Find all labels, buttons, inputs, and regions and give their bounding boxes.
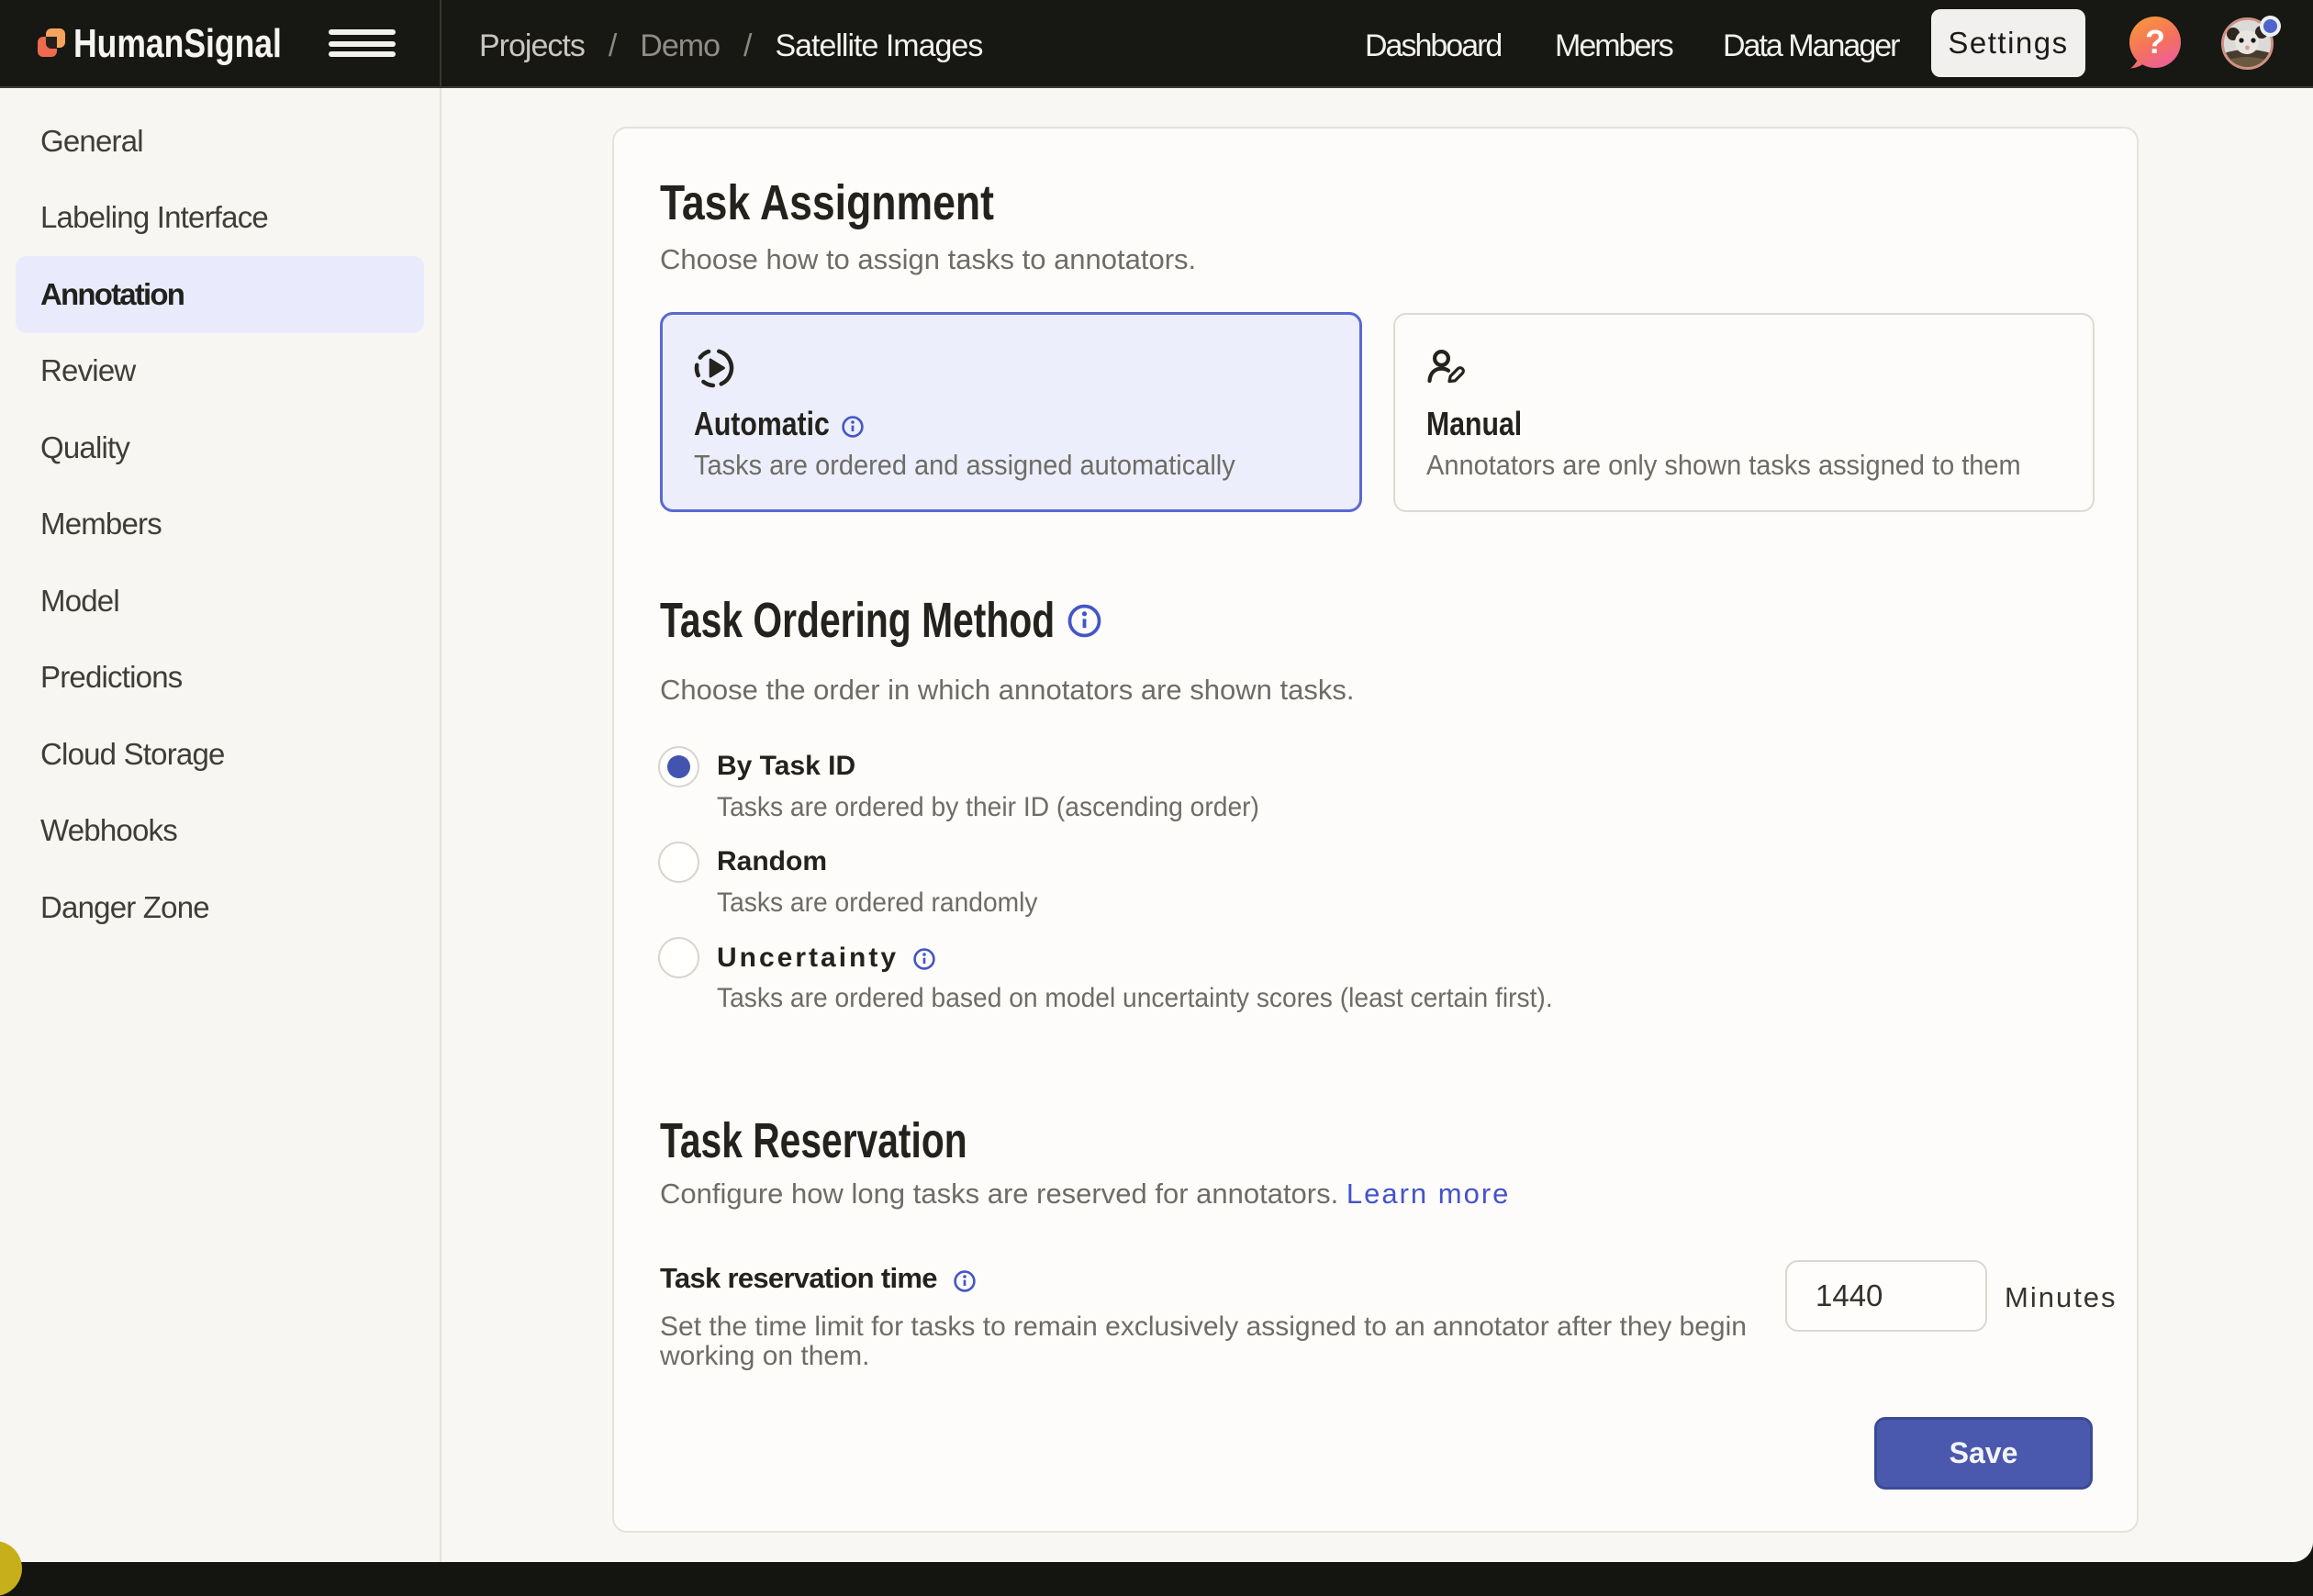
svg-text:?: ? — [2145, 23, 2165, 61]
